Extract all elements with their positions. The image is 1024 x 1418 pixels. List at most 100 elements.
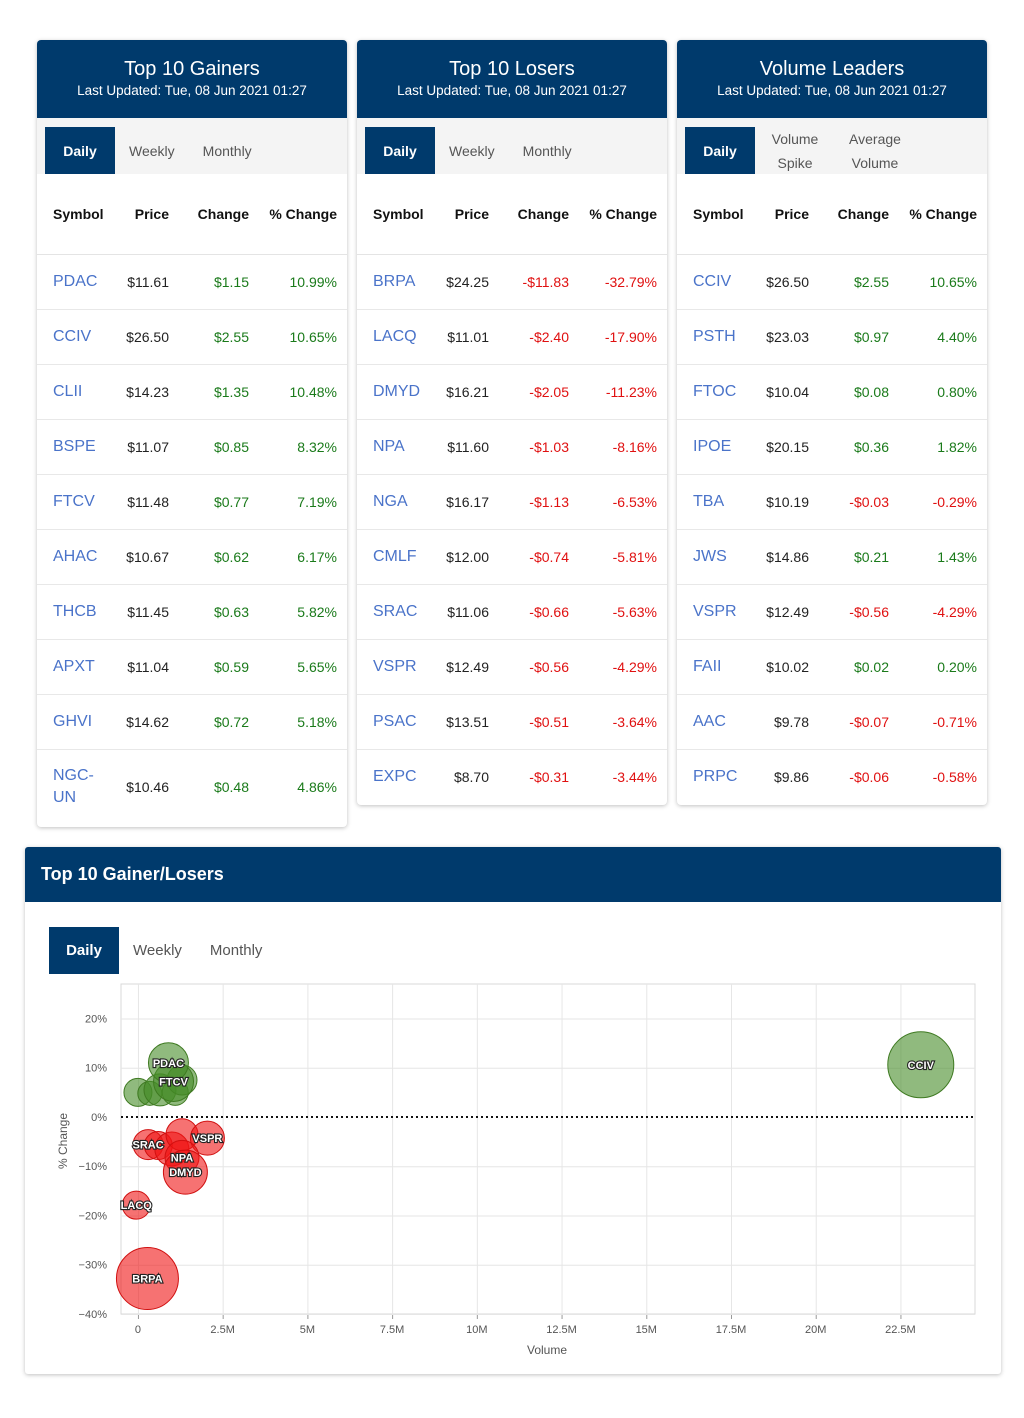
tab-volume-spike[interactable]: Volume Spike xyxy=(755,127,835,174)
price-cell: $12.49 xyxy=(757,584,817,640)
change-cell: $2.55 xyxy=(177,309,257,365)
bubble[interactable] xyxy=(154,1131,190,1167)
symbol-link[interactable]: TBA xyxy=(677,474,757,530)
change-cell: $0.59 xyxy=(177,639,257,695)
symbol-link[interactable]: JWS xyxy=(677,529,757,585)
price-cell: $11.07 xyxy=(117,419,177,475)
x-tick-label: 7.5M xyxy=(380,1324,404,1336)
symbol-link[interactable]: CCIV xyxy=(37,309,117,365)
symbol-link[interactable]: CMLF xyxy=(357,529,437,585)
tab-daily[interactable]: Daily xyxy=(685,127,755,174)
tab-monthly[interactable]: Monthly xyxy=(196,927,277,974)
tab-monthly[interactable]: Monthly xyxy=(189,127,266,174)
change-cell: -$0.51 xyxy=(497,694,577,750)
symbol-link[interactable]: PDAC xyxy=(37,254,117,310)
table-row: PRPC $9.86 -$0.06 -0.58% xyxy=(677,749,987,804)
bubble[interactable] xyxy=(887,1031,955,1099)
bubble[interactable] xyxy=(115,1247,179,1311)
tab-weekly[interactable]: Weekly xyxy=(115,127,189,174)
pct-change-cell: -4.29% xyxy=(897,584,987,640)
change-cell: -$0.56 xyxy=(817,584,897,640)
price-cell: $11.01 xyxy=(437,309,497,365)
symbol-link[interactable]: APXT xyxy=(37,639,117,695)
column-header[interactable]: Price xyxy=(757,174,817,255)
table-row: FAII $10.02 $0.02 0.20% xyxy=(677,639,987,695)
symbol-link[interactable]: VSPR xyxy=(357,639,437,695)
symbol-link[interactable]: DMYD xyxy=(357,364,437,420)
price-cell: $11.04 xyxy=(117,639,177,695)
pct-change-cell: -3.44% xyxy=(612,768,657,785)
symbol-link[interactable]: CLII xyxy=(37,364,117,420)
change-cell: -$2.05 xyxy=(497,364,577,420)
bubble[interactable] xyxy=(164,1139,200,1175)
bubble[interactable] xyxy=(147,1042,189,1084)
column-header[interactable]: Change xyxy=(497,174,577,255)
symbol-link[interactable]: CCIV xyxy=(677,254,757,310)
price-cell: $10.04 xyxy=(757,364,817,420)
bubble[interactable] xyxy=(166,1064,198,1096)
symbol-link[interactable]: PSTH xyxy=(677,309,757,365)
bubble[interactable] xyxy=(132,1129,164,1161)
pct-change-cell: -11.23% xyxy=(577,364,667,420)
tab-daily[interactable]: Daily xyxy=(365,127,435,174)
symbol-link[interactable]: FTCV xyxy=(37,474,117,530)
change-cell: -$0.07 xyxy=(817,694,897,750)
symbol-link[interactable]: THCB xyxy=(37,584,117,640)
bubble[interactable] xyxy=(189,1120,225,1156)
bubble[interactable] xyxy=(165,1118,199,1152)
column-header[interactable]: Change xyxy=(817,174,897,255)
bubble[interactable] xyxy=(162,1149,208,1195)
x-tick-label: 15M xyxy=(636,1324,657,1336)
tab-weekly[interactable]: Weekly xyxy=(435,127,509,174)
losers-table: Symbol Price Change% Change BRPA $24.25 -$11.… xyxy=(357,174,667,804)
bubble[interactable] xyxy=(121,1190,151,1220)
symbol-link[interactable]: AHAC xyxy=(37,529,117,585)
column-header[interactable]: Price xyxy=(117,174,177,255)
bubble[interactable] xyxy=(137,1080,163,1106)
column-header[interactable]: % Change xyxy=(577,174,667,255)
table-row: IPOE $20.15 $0.36 1.82% xyxy=(677,419,987,475)
symbol-link[interactable]: PRPC xyxy=(677,749,757,804)
price-cell: $11.60 xyxy=(437,419,497,475)
column-header[interactable]: Symbol xyxy=(677,174,757,255)
symbol-link[interactable]: FTOC xyxy=(677,364,757,420)
column-header[interactable]: % Change xyxy=(257,174,347,255)
bubble[interactable] xyxy=(143,1131,173,1161)
bubble[interactable] xyxy=(143,1073,177,1107)
symbol-link[interactable]: AAC xyxy=(677,694,757,750)
symbol-link[interactable]: BRPA xyxy=(357,254,437,310)
symbol-link[interactable]: NGC-UN xyxy=(37,749,117,825)
volume-tabs: Daily Volume Spike Average Volume xyxy=(677,118,987,174)
symbol-link[interactable]: LACQ xyxy=(357,309,437,365)
bubble[interactable] xyxy=(153,1061,195,1103)
tab-daily[interactable]: Daily xyxy=(45,127,115,174)
symbol-link[interactable]: PSAC xyxy=(357,694,437,750)
symbol-link[interactable]: SRAC xyxy=(357,584,437,640)
column-header[interactable]: % Change xyxy=(897,174,987,255)
losers-tabs: Daily Weekly Monthly xyxy=(357,118,667,174)
tab-daily[interactable]: Daily xyxy=(49,927,119,974)
symbol-link[interactable]: FAII xyxy=(677,639,757,695)
symbol-link[interactable]: BSPE xyxy=(37,419,117,475)
change-cell: -$0.31 xyxy=(529,768,569,785)
column-header[interactable]: Symbol xyxy=(357,174,437,255)
symbol-link[interactable]: EXPC xyxy=(357,749,437,804)
column-header[interactable]: Symbol xyxy=(37,174,117,255)
column-header[interactable]: Change xyxy=(177,174,257,255)
bubble[interactable] xyxy=(161,1078,189,1106)
pct-change-cell: 10.99% xyxy=(257,254,347,310)
bubble-label: NPA xyxy=(171,1152,193,1164)
symbol-link[interactable]: VSPR xyxy=(677,584,757,640)
tab-monthly[interactable]: Monthly xyxy=(509,127,586,174)
symbol-link[interactable]: IPOE xyxy=(677,419,757,475)
tab-weekly[interactable]: Weekly xyxy=(119,927,196,974)
table-row: CCIV $26.50 $2.55 10.65% xyxy=(677,254,987,310)
x-tick-label: 5M xyxy=(300,1324,315,1336)
tab-average-volume[interactable]: Average Volume xyxy=(835,127,915,174)
symbol-link[interactable]: GHVI xyxy=(37,694,117,750)
column-header[interactable]: Price xyxy=(437,174,497,255)
bubble[interactable] xyxy=(123,1077,153,1107)
volume-header: Volume Leaders Last Updated: Tue, 08 Jun… xyxy=(677,40,987,118)
symbol-link[interactable]: NPA xyxy=(357,419,437,475)
symbol-link[interactable]: NGA xyxy=(357,474,437,530)
